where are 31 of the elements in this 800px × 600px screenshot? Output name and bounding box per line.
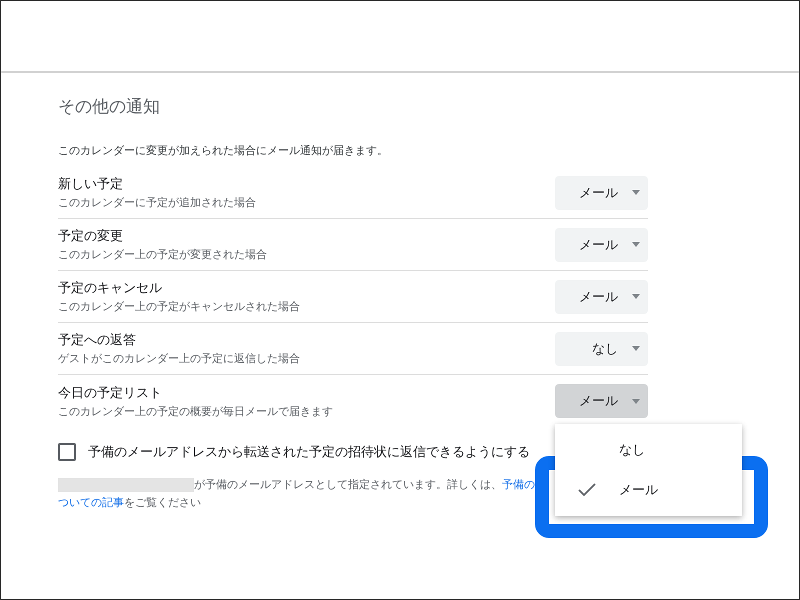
section-title: その他の通知 — [58, 96, 161, 119]
setting-title: 予定のキャンセル — [58, 280, 163, 297]
caret-icon — [632, 190, 640, 195]
notification-dropdown[interactable]: メール — [555, 280, 648, 314]
setting-description: このカレンダー上の予定の概要が毎日メールで届きます — [58, 404, 333, 418]
notification-dropdown[interactable]: メール — [555, 176, 648, 210]
setting-title: 予定の変更 — [58, 228, 124, 245]
setting-title: 予定への返答 — [58, 332, 137, 349]
caret-icon — [632, 242, 640, 247]
checkmark-icon — [578, 483, 596, 497]
setting-description: ゲストがこのカレンダー上の予定に返信した場合 — [58, 351, 300, 366]
checkbox-label: 予備のメールアドレスから転送された予定の招待状に返信できるようにする — [88, 444, 530, 461]
menu-option[interactable]: なし — [555, 430, 742, 470]
setting-description: このカレンダーに予定が追加された場合 — [58, 195, 256, 210]
caret-icon — [632, 398, 640, 404]
setting-title: 新しい予定 — [58, 176, 124, 193]
caret-icon — [632, 346, 640, 351]
notification-dropdown[interactable]: メール — [555, 384, 648, 418]
setting-title: 今日の予定リスト — [58, 384, 163, 402]
info-text: が予備のメールアドレスとして指定されています。詳しくは、 — [194, 477, 502, 492]
article-link[interactable]: ついての記事 — [58, 495, 124, 510]
checkbox[interactable] — [58, 443, 76, 461]
notification-dropdown[interactable]: メール — [555, 228, 648, 262]
info-text: をご覧ください — [124, 495, 201, 510]
setting-description: このカレンダー上の予定がキャンセルされた場合 — [58, 299, 300, 314]
setting-description: このカレンダー上の予定が変更された場合 — [58, 247, 267, 262]
menu-option[interactable]: メール — [555, 470, 742, 510]
caret-icon — [632, 294, 640, 299]
article-link[interactable]: 予備の — [502, 477, 535, 492]
section-description: このカレンダーに変更が加えられた場合にメール通知が届きます。 — [58, 143, 389, 159]
notification-dropdown[interactable]: なし — [555, 332, 648, 366]
